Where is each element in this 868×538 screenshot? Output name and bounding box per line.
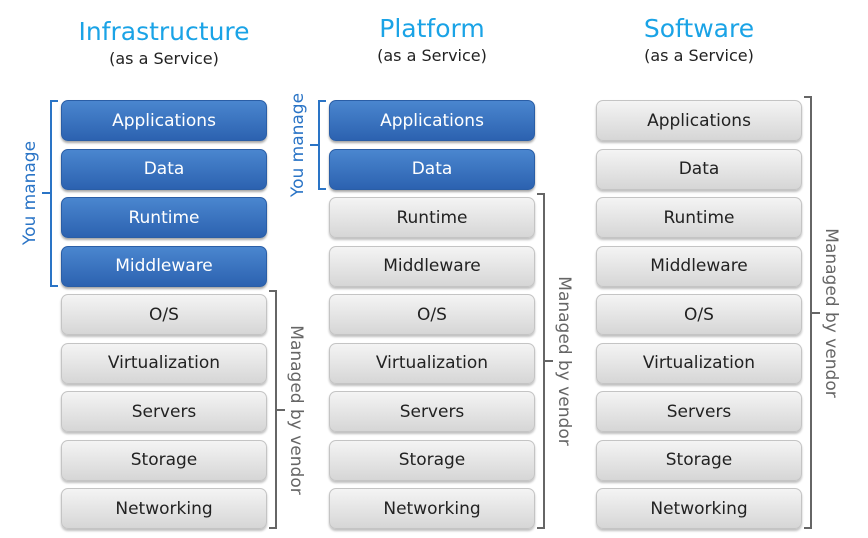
paas-you-manage-label: You manage <box>288 92 308 197</box>
saas-layer-middleware: Middleware <box>596 245 802 287</box>
paas-layer-data: Data <box>329 148 535 190</box>
saas-subtitle: (as a Service) <box>644 46 754 65</box>
paas-layer-runtime: Runtime <box>329 197 535 238</box>
paas-layer-middleware: Middleware <box>329 245 535 287</box>
saas-layer-runtime: Runtime <box>596 197 802 238</box>
iaas-you-manage-bracket <box>50 100 58 287</box>
paas-layer-servers: Servers <box>329 391 535 432</box>
saas-layer-data: Data <box>596 148 802 190</box>
paas-layer-storage: Storage <box>329 439 535 481</box>
paas-subtitle: (as a Service) <box>377 46 487 65</box>
iaas-title: Infrastructure <box>78 17 250 46</box>
iaas-you-manage-label: You manage <box>20 141 40 246</box>
paas-vendor-bracket-tick <box>545 360 553 362</box>
iaas-layer-networking: Networking <box>61 488 267 529</box>
paas-layer-networking: Networking <box>329 488 535 529</box>
saas-layer-os: O/S <box>596 294 802 335</box>
paas-layer-virtualization: Virtualization <box>329 342 535 384</box>
saas-layer-virtualization: Virtualization <box>596 342 802 384</box>
saas-title: Software <box>643 14 755 43</box>
paas-vendor-bracket <box>537 193 545 529</box>
iaas-layer-runtime: Runtime <box>61 197 267 238</box>
iaas-you-manage-bracket-tick <box>42 192 50 195</box>
saas-layer-storage: Storage <box>596 439 802 481</box>
iaas-layer-data: Data <box>61 148 267 190</box>
paas-layer-applications: Applications <box>329 100 535 141</box>
saas-managed-by-vendor-label: Managed by vendor <box>821 227 841 398</box>
iaas-managed-by-vendor-label: Managed by vendor <box>286 324 306 495</box>
iaas-layer-servers: Servers <box>61 391 267 432</box>
saas-vendor-bracket <box>804 96 812 529</box>
paas-you-manage-bracket-tick <box>310 143 318 146</box>
paas-managed-by-vendor-label: Managed by vendor <box>554 276 574 446</box>
paas-title: Platform <box>379 14 485 43</box>
paas-layer-os: O/S <box>329 294 535 335</box>
iaas-layer-middleware: Middleware <box>61 245 267 287</box>
paas-you-manage-bracket <box>318 100 326 190</box>
iaas-vendor-bracket <box>269 290 277 529</box>
iaas-layer-os: O/S <box>61 294 267 335</box>
saas-vendor-bracket-tick <box>812 311 820 314</box>
iaas-vendor-bracket-tick <box>277 408 285 411</box>
iaas-subtitle: (as a Service) <box>109 49 219 68</box>
saas-layer-applications: Applications <box>596 100 802 141</box>
saas-layer-servers: Servers <box>596 391 802 432</box>
iaas-layer-virtualization: Virtualization <box>61 342 267 384</box>
iaas-layer-storage: Storage <box>61 439 267 481</box>
saas-layer-networking: Networking <box>596 488 802 529</box>
iaas-layer-applications: Applications <box>61 100 267 141</box>
